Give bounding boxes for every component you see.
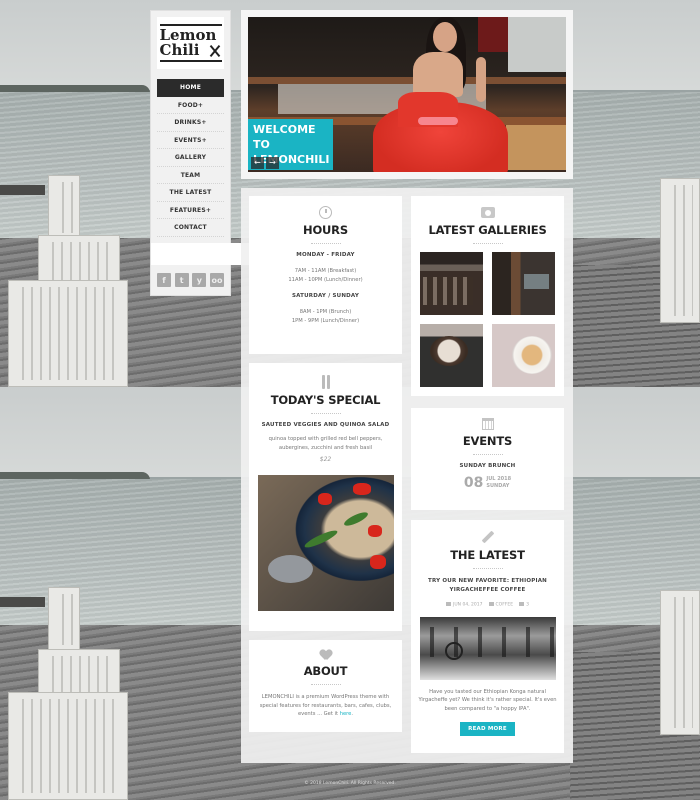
nav-item-food[interactable]: FOOD+ bbox=[157, 97, 224, 114]
search-input[interactable] bbox=[151, 243, 250, 265]
event-month-year: JUL 2018 bbox=[486, 476, 512, 482]
special-dish-image bbox=[257, 475, 394, 611]
yelp-icon[interactable]: y bbox=[192, 273, 207, 287]
about-here-link[interactable]: here bbox=[340, 711, 352, 717]
crossed-utensils-icon bbox=[208, 44, 222, 58]
hero-slide-image: WELCOME TO LEMONCHILI ← → bbox=[248, 17, 566, 172]
special-price: $22 bbox=[319, 456, 332, 463]
weekday-hours-breakfast: 7AM - 11AM (Breakfast) bbox=[294, 268, 357, 274]
event-day: 08 bbox=[463, 475, 484, 491]
site-logo[interactable]: Lemon Chili bbox=[157, 17, 224, 69]
nav-item-contact[interactable]: CONTACT bbox=[157, 219, 224, 237]
gallery-grid bbox=[411, 252, 564, 387]
gallery-thumb-cafe-interior[interactable] bbox=[492, 252, 555, 315]
galleries-widget: LATEST GALLERIES bbox=[411, 196, 564, 396]
nav-item-events[interactable]: EVENTS+ bbox=[157, 132, 224, 149]
nav-item-drinks[interactable]: DRINKS+ bbox=[157, 114, 224, 132]
divider bbox=[310, 684, 341, 685]
galleries-title: LATEST GALLERIES bbox=[428, 223, 547, 237]
divider bbox=[472, 568, 503, 569]
background-chair bbox=[8, 280, 128, 387]
social-links: f t y oo bbox=[157, 273, 224, 287]
background-chair bbox=[48, 587, 80, 652]
nav-item-home[interactable]: HOME bbox=[157, 79, 224, 97]
event-weekday: SUNDAY bbox=[486, 483, 510, 489]
post-image[interactable] bbox=[419, 616, 556, 680]
weekend-hours-lunch-dinner: 1PM - 9PM (Lunch/Dinner) bbox=[291, 317, 360, 324]
divider bbox=[310, 243, 341, 244]
divider bbox=[472, 454, 503, 455]
background-chair bbox=[48, 175, 80, 240]
about-widget: ABOUT LEMONCHILI is a premium WordPress … bbox=[249, 640, 402, 732]
special-title: TODAY'S SPECIAL bbox=[270, 393, 381, 407]
post-excerpt: Have you tasted our Ethiopian Konga natu… bbox=[418, 688, 557, 712]
background-table bbox=[0, 597, 45, 607]
nav-item-features[interactable]: FEATURES+ bbox=[157, 202, 224, 219]
nav-item-gallery[interactable]: GALLERY bbox=[157, 149, 224, 167]
clock-icon bbox=[319, 206, 332, 219]
divider bbox=[310, 413, 341, 414]
calendar-icon bbox=[481, 418, 494, 430]
nav-item-the-latest[interactable]: THE LATEST bbox=[157, 184, 224, 202]
read-more-button[interactable]: READ MORE bbox=[460, 722, 515, 736]
weekend-label: SATURDAY / SUNDAY bbox=[291, 293, 360, 299]
special-widget: TODAY'S SPECIAL SAUTEED VEGGIES AND QUIN… bbox=[249, 363, 402, 631]
facebook-icon[interactable]: f bbox=[157, 273, 171, 287]
search-form bbox=[151, 243, 262, 265]
post-meta: JUN 04, 2017 COFFEE 3 bbox=[411, 602, 564, 608]
logo-text-line2: Chili bbox=[159, 41, 200, 59]
divider bbox=[472, 243, 503, 244]
post-date: JUN 04, 2017 bbox=[453, 602, 483, 608]
hours-title: HOURS bbox=[303, 223, 348, 237]
heart-icon bbox=[320, 650, 332, 661]
slider-controls: ← → bbox=[251, 157, 279, 169]
gallery-thumb-soup[interactable] bbox=[420, 324, 483, 387]
tag-icon bbox=[488, 602, 494, 606]
gallery-thumb-latte[interactable] bbox=[492, 324, 555, 387]
about-title: ABOUT bbox=[303, 664, 348, 678]
gallery-thumb-coffee-jars[interactable] bbox=[420, 252, 483, 315]
camera-icon bbox=[480, 207, 495, 218]
content-area: HOURS MONDAY - FRIDAY 7AM - 11AM (Breakf… bbox=[241, 188, 573, 763]
post-category-link[interactable]: COFFEE bbox=[496, 603, 514, 608]
weekday-hours-lunch-dinner: 11AM - 10PM (Lunch/Dinner) bbox=[288, 276, 363, 283]
background-chair bbox=[660, 178, 700, 323]
hero-caption-line1: WELCOME TO bbox=[253, 123, 316, 151]
about-text: LEMONCHILI is a premium WordPress theme … bbox=[259, 694, 392, 717]
background-table bbox=[0, 185, 45, 195]
arrow-left-icon[interactable]: ← bbox=[251, 157, 264, 169]
background-chair bbox=[660, 590, 700, 735]
cutlery-icon bbox=[321, 375, 331, 389]
calendar-icon bbox=[446, 602, 452, 606]
events-widget: EVENTS SUNDAY BRUNCH 08 JUL 2018 SUNDAY bbox=[411, 408, 564, 510]
latest-title: THE LATEST bbox=[450, 548, 525, 562]
special-description: quinoa topped with grilled red bell pepp… bbox=[268, 436, 383, 451]
logo-rule-bottom bbox=[159, 60, 222, 62]
event-name-link[interactable]: SUNDAY BRUNCH bbox=[411, 463, 564, 469]
event-date: 08 JUL 2018 SUNDAY bbox=[411, 475, 564, 491]
events-title: EVENTS bbox=[462, 434, 513, 448]
twitter-icon[interactable]: t bbox=[174, 273, 189, 287]
post-comments-count[interactable]: 3 bbox=[526, 603, 529, 608]
hero-slider: WELCOME TO LEMONCHILI ← → bbox=[241, 10, 573, 179]
post-title-link[interactable]: TRY OUR NEW FAVORITE: ETHIOPIAN YIRGACHE… bbox=[411, 577, 564, 595]
weekend-hours-brunch: 8AM - 1PM (Brunch) bbox=[299, 309, 352, 315]
sidebar: Lemon Chili HOME FOOD+ DRINKS+ EVENTS+ G… bbox=[150, 10, 262, 296]
pencil-icon bbox=[481, 530, 494, 544]
main-nav: HOME FOOD+ DRINKS+ EVENTS+ GALLERY TEAM … bbox=[151, 79, 230, 237]
footer-copyright: © 2018 LemonChili. All Rights Reserved. bbox=[304, 781, 396, 786]
nav-item-team[interactable]: TEAM bbox=[157, 167, 224, 184]
comment-icon bbox=[519, 602, 525, 606]
latest-post-widget: THE LATEST TRY OUR NEW FAVORITE: ETHIOPI… bbox=[411, 520, 564, 753]
special-dish-name: SAUTEED VEGGIES AND QUINOA SALAD bbox=[261, 422, 390, 428]
hours-widget: HOURS MONDAY - FRIDAY 7AM - 11AM (Breakf… bbox=[249, 196, 402, 354]
arrow-right-icon[interactable]: → bbox=[266, 157, 279, 169]
weekday-label: MONDAY - FRIDAY bbox=[296, 252, 355, 258]
tripadvisor-icon[interactable]: oo bbox=[209, 273, 224, 287]
